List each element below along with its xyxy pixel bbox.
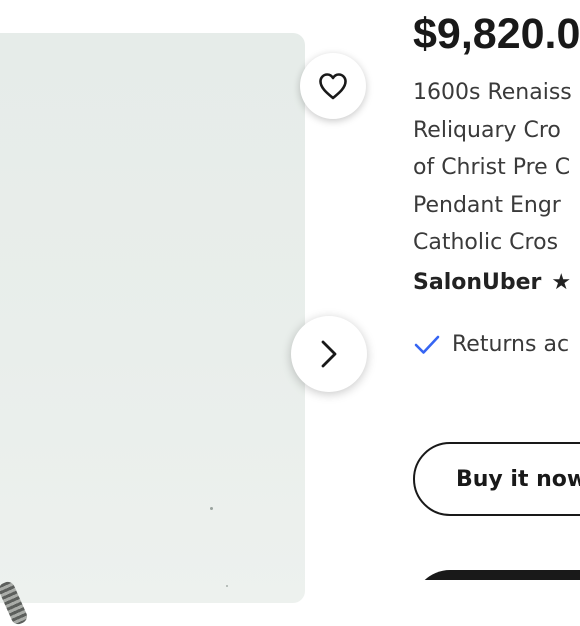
image-speck xyxy=(226,585,228,587)
next-image-button[interactable] xyxy=(291,316,367,392)
item-title-line: Reliquary Cro xyxy=(413,117,561,143)
item-title-line: 1600s Renaiss xyxy=(413,80,572,105)
favorite-button[interactable] xyxy=(300,53,366,119)
pendant-chain xyxy=(0,579,30,626)
image-speck xyxy=(210,507,213,510)
item-title-line: Catholic Cros xyxy=(413,230,559,255)
add-to-cart-button[interactable] xyxy=(413,570,580,580)
returns-policy: Returns ac xyxy=(413,332,569,357)
seller-name[interactable]: SalonUber xyxy=(413,270,541,295)
seller-info[interactable]: SalonUber ★ ★ xyxy=(413,270,580,295)
item-title: 1600s Renaiss Reliquary Cro of Christ Pr… xyxy=(413,74,580,262)
heart-icon xyxy=(317,71,349,101)
buy-it-now-label: Buy it now xyxy=(456,466,580,492)
item-price: $9,820.0 xyxy=(413,10,580,58)
checkmark-icon xyxy=(413,333,441,357)
item-title-line: of Christ Pre C xyxy=(413,155,571,180)
item-title-line: Pendant Engr xyxy=(413,192,561,218)
buy-it-now-button[interactable]: Buy it now xyxy=(413,442,580,516)
listing-info-panel: $9,820.0 1600s Renaiss Reliquary Cro of … xyxy=(413,0,580,580)
returns-text: Returns ac xyxy=(452,332,570,357)
chevron-right-icon xyxy=(318,339,340,369)
seller-rating-stars: ★ ★ xyxy=(551,270,580,295)
product-image[interactable] xyxy=(0,33,305,626)
